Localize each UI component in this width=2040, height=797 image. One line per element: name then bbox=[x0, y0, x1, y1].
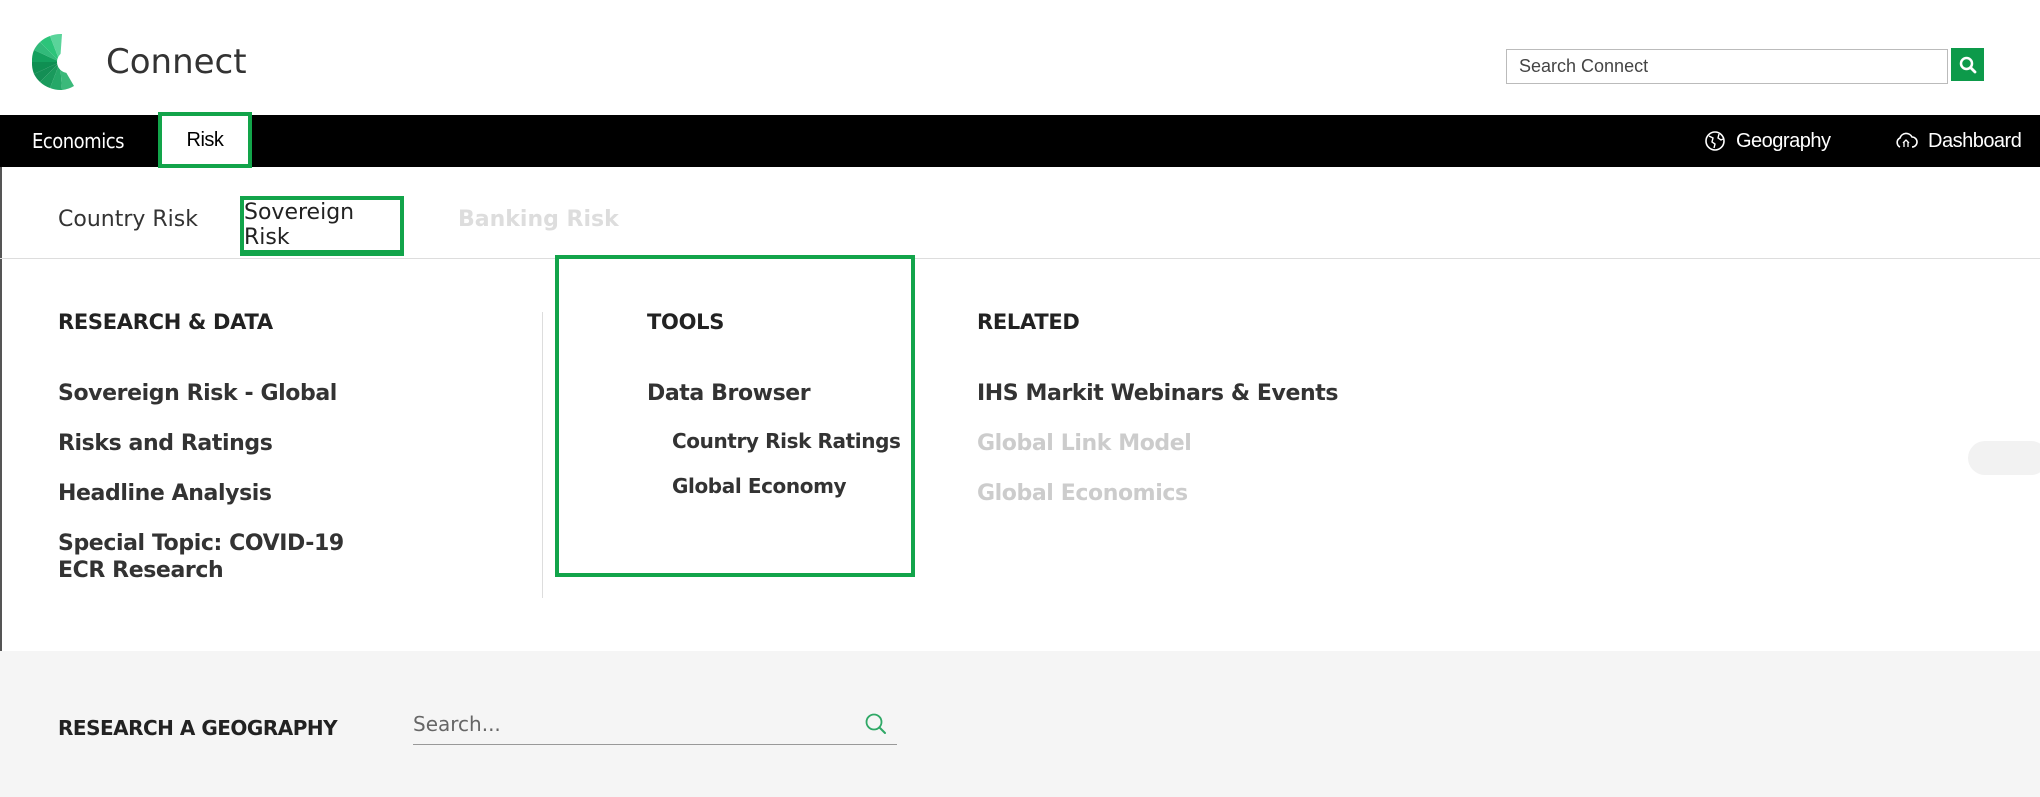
nav-dashboard-label: Dashboard bbox=[1928, 129, 2022, 152]
search-icon[interactable] bbox=[863, 711, 889, 737]
research-geography-section: RESEARCH A GEOGRAPHY bbox=[0, 651, 2040, 797]
link-covid-ecr-research[interactable]: Special Topic: COVID-19 ECR Research bbox=[58, 530, 388, 584]
nav-geography-label: Geography bbox=[1736, 129, 1831, 152]
tab-country-risk[interactable]: Country Risk bbox=[58, 207, 198, 232]
app-title[interactable]: Connect bbox=[106, 42, 247, 82]
search-icon bbox=[1959, 56, 1976, 73]
nav-item-risk[interactable]: Risk bbox=[158, 112, 252, 168]
tab-banking-risk[interactable]: Banking Risk bbox=[458, 207, 619, 232]
link-global-economy[interactable]: Global Economy bbox=[672, 474, 847, 498]
link-sovereign-risk-global[interactable]: Sovereign Risk - Global bbox=[58, 380, 337, 407]
link-country-risk-ratings[interactable]: Country Risk Ratings bbox=[672, 429, 901, 453]
cloud-icon bbox=[1896, 132, 1918, 148]
nav-dashboard[interactable]: Dashboard bbox=[1894, 115, 2022, 167]
tools-heading: TOOLS bbox=[647, 310, 725, 334]
link-global-economics[interactable]: Global Economics bbox=[977, 480, 1188, 507]
link-ihs-markit-webinars[interactable]: IHS Markit Webinars & Events bbox=[977, 380, 1338, 407]
search-button[interactable] bbox=[1951, 48, 1984, 81]
link-global-link-model[interactable]: Global Link Model bbox=[977, 430, 1192, 457]
nav-item-economics[interactable]: Economics bbox=[32, 115, 124, 167]
tab-sovereign-risk[interactable]: Sovereign Risk bbox=[240, 196, 404, 256]
top-header: Connect bbox=[0, 0, 2040, 115]
related-heading: RELATED bbox=[977, 310, 1080, 334]
link-headline-analysis[interactable]: Headline Analysis bbox=[58, 480, 272, 507]
column-divider bbox=[542, 312, 543, 598]
geography-search bbox=[413, 703, 897, 745]
research-data-heading: RESEARCH & DATA bbox=[58, 310, 273, 334]
link-data-browser[interactable]: Data Browser bbox=[647, 380, 811, 407]
connect-logo-icon[interactable] bbox=[30, 32, 90, 92]
globe-icon bbox=[1705, 131, 1725, 151]
side-scroll-pill[interactable] bbox=[1968, 441, 2040, 475]
global-search bbox=[1506, 49, 1948, 84]
tools-highlight-box bbox=[555, 255, 915, 577]
link-risks-and-ratings[interactable]: Risks and Ratings bbox=[58, 430, 273, 457]
research-geography-label: RESEARCH A GEOGRAPHY bbox=[58, 716, 338, 740]
nav-geography[interactable]: Geography bbox=[1704, 115, 1831, 167]
global-search-input[interactable] bbox=[1507, 50, 1947, 83]
geography-search-input[interactable] bbox=[413, 703, 833, 744]
